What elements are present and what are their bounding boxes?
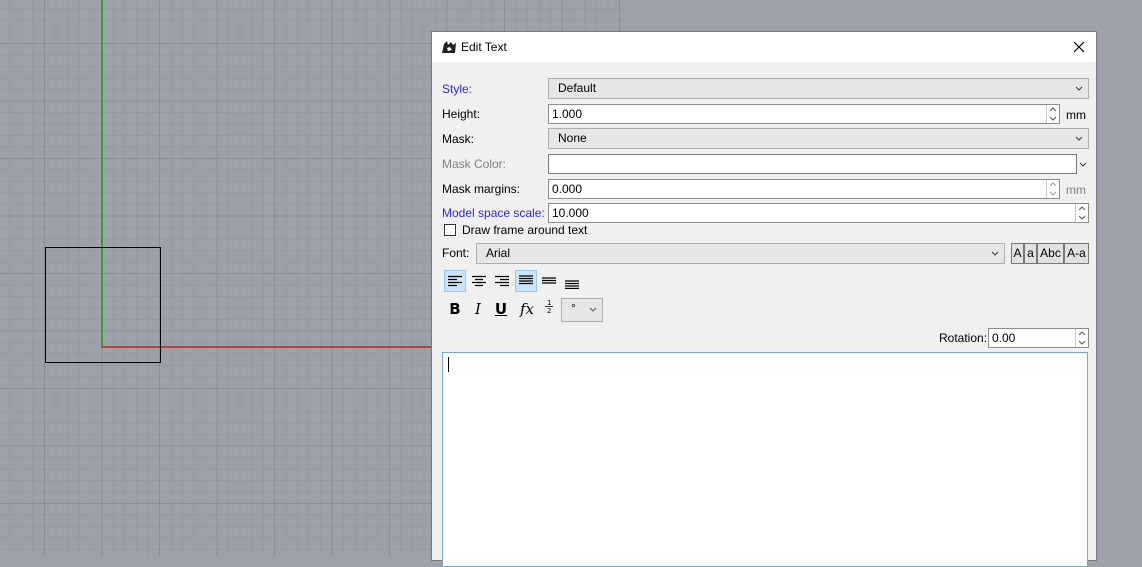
mask-margins-label: Mask margins: [442,182,521,196]
mask-color-swatch[interactable] [548,154,1077,174]
mask-color-dropdown[interactable] [1077,154,1089,174]
mask-margins-unit: mm [1066,183,1086,197]
align-right-icon [495,275,509,287]
style-value: Default [558,81,597,95]
rhino-app-icon [441,39,457,55]
fx-button[interactable]: fx [516,298,538,320]
sentence-case-button[interactable]: A-a [1064,243,1089,264]
draw-frame-checkbox[interactable] [444,224,456,236]
style-label[interactable]: Style: [442,82,472,96]
rotation-value: 0.00 [992,331,1016,345]
align-left-button[interactable] [444,270,466,292]
mask-color-label: Mask Color: [442,157,507,171]
spin-down-icon [1079,215,1085,220]
model-space-scale-input[interactable]: 10.000 [548,203,1089,223]
chevron-down-icon [1075,129,1083,154]
height-label: Height: [442,107,481,121]
spin-up-icon [1079,206,1085,211]
align-bottom-icon [565,280,579,289]
spin-up-icon [1079,331,1085,336]
svg-text:1: 1 [547,299,551,307]
spin-up-icon [1050,107,1056,112]
mask-value: None [558,131,587,145]
svg-text:2: 2 [547,307,551,314]
rotation-spinner[interactable] [1075,329,1088,347]
edit-text-dialog: Edit Text Style: Default Height: 1.000 m… [431,31,1097,567]
font-value: Arial [486,246,511,260]
dialog-title: Edit Text [461,40,507,54]
height-unit: mm [1066,108,1086,122]
spin-down-icon [1050,191,1056,196]
align-top-icon [519,275,533,285]
rotation-input[interactable]: 0.00 [988,328,1089,348]
height-spinner[interactable] [1046,105,1059,123]
align-center-button[interactable] [468,270,490,292]
chevron-down-icon [589,302,597,321]
mask-dropdown[interactable]: None [548,128,1089,149]
fraction-icon: 1 2 [545,299,553,315]
symbol-value: ° [571,301,576,315]
bold-button[interactable]: B [444,298,466,320]
chevron-down-icon [1079,162,1087,167]
font-dropdown[interactable]: Arial [476,243,1005,264]
align-top-button[interactable] [515,270,537,292]
title-bar[interactable]: Edit Text [432,32,1096,62]
uppercase-button[interactable]: A [1011,243,1024,264]
text-input-area[interactable] [442,352,1088,567]
align-middle-icon [542,277,556,284]
titlecase-button[interactable]: Abc [1037,243,1064,264]
rotation-label: Rotation: [939,331,988,345]
mask-margins-spinner[interactable] [1046,180,1059,198]
model-space-scale-value: 10.000 [552,206,589,220]
underline-button[interactable]: U [490,298,512,320]
align-bottom-button[interactable] [561,272,583,294]
chevron-down-icon [1075,79,1083,104]
spin-up-icon [1050,182,1056,187]
symbol-dropdown[interactable]: ° [561,298,603,322]
lowercase-button[interactable]: a [1024,243,1037,264]
style-dropdown[interactable]: Default [548,78,1089,99]
mask-margins-value: 0.000 [552,182,583,196]
text-caret [448,357,449,372]
fraction-button[interactable]: 1 2 [538,298,560,320]
height-input[interactable]: 1.000 [548,104,1060,124]
model-space-scale-spinner[interactable] [1075,204,1088,222]
align-middle-button[interactable] [538,270,560,292]
mask-label: Mask: [442,132,475,146]
model-space-scale-label[interactable]: Model space scale: [442,206,545,220]
height-value: 1.000 [552,107,583,121]
rectangle-object[interactable] [45,247,161,363]
chevron-down-icon [991,244,999,269]
font-label: Font: [442,246,470,260]
spin-down-icon [1050,116,1056,121]
italic-button[interactable]: I [467,298,489,320]
close-button[interactable] [1068,36,1090,58]
draw-frame-label[interactable]: Draw frame around text [462,223,587,237]
spin-down-icon [1079,340,1085,345]
mask-margins-input[interactable]: 0.000 [548,179,1060,199]
align-center-icon [472,275,486,287]
align-left-icon [448,275,462,287]
align-right-button[interactable] [491,270,513,292]
close-icon [1073,41,1085,53]
